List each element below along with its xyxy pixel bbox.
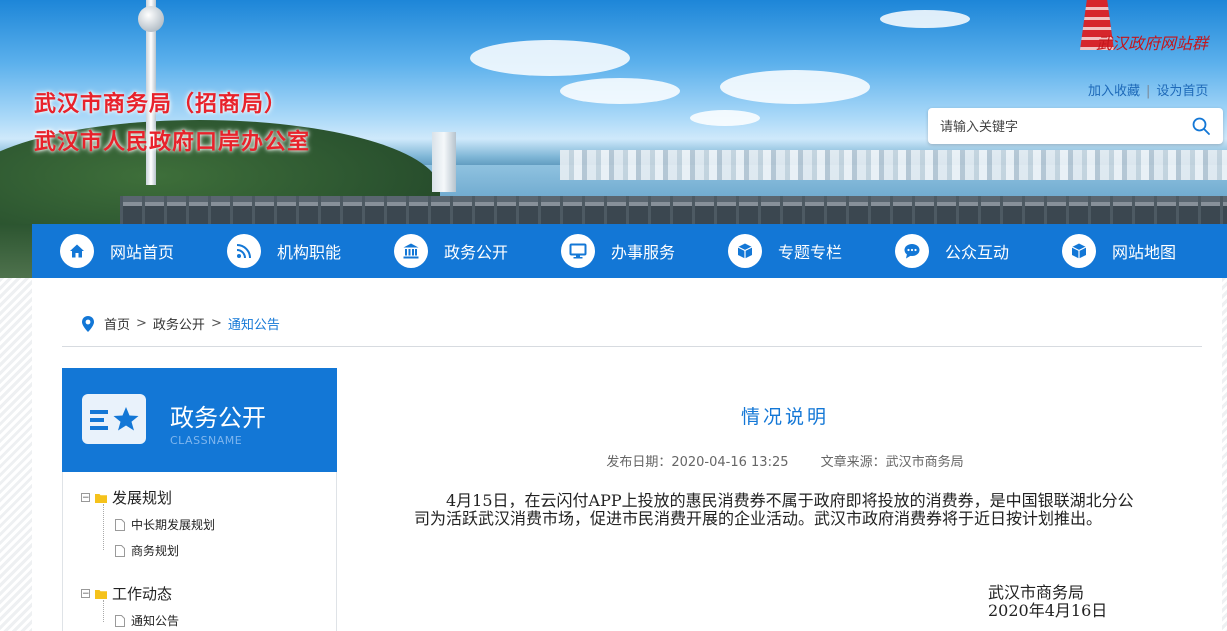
building-decoration — [432, 132, 456, 192]
set-homepage-link[interactable]: 设为首页 — [1156, 84, 1208, 99]
tree-leaf-label: 通知公告 — [131, 614, 180, 628]
nav-item-home[interactable]: 网站首页 — [32, 224, 199, 278]
cloud-decoration — [720, 70, 870, 104]
cube-icon — [728, 234, 762, 268]
document-icon — [115, 518, 125, 531]
breadcrumb-divider — [62, 346, 1202, 347]
breadcrumb: 首页 > 政务公开 > 通知公告 — [80, 314, 280, 333]
nav-item-functions[interactable]: 机构职能 — [199, 224, 366, 278]
cloud-decoration — [690, 110, 760, 126]
sidebar-tree: − 发展规划 中长期发展规划 商务规划 − 工作动态 通知公告 — [62, 472, 337, 631]
tree-group-label: 工作动态 — [112, 585, 173, 603]
site-title-line1: 武汉市商务局（招商局） — [34, 91, 288, 117]
sidebar-header: 政务公开 CLASSNAME — [62, 368, 337, 472]
right-pattern-decoration — [1222, 278, 1227, 631]
article-body: 4月15日，在云闪付APP上投放的惠民消费券不属于政府即将投放的消费券，是中国银… — [414, 491, 1134, 528]
search-box — [928, 108, 1223, 144]
breadcrumb-separator: > — [136, 316, 147, 331]
sidebar-title: 政务公开 — [170, 404, 266, 432]
id-card-icon — [82, 394, 146, 444]
nav-item-gov-affairs[interactable]: 政务公开 — [366, 224, 533, 278]
portal-logo[interactable]: 武汉政府网站群 — [1070, 0, 1227, 70]
top-links-separator: | — [1146, 84, 1151, 99]
cloud-decoration — [560, 78, 680, 104]
signature-date: 2020年4月16日 — [988, 601, 1108, 620]
nav-item-label: 公众互动 — [945, 243, 1010, 262]
top-links: 加入收藏 | 设为首页 — [1088, 80, 1208, 99]
article-title: 情况说明 — [740, 406, 829, 428]
folder-icon — [95, 493, 107, 503]
search-input[interactable] — [938, 116, 1182, 138]
signature-org: 武汉市商务局 — [988, 583, 1085, 602]
tree-group-work-updates[interactable]: − 工作动态 — [81, 583, 172, 604]
tree-group-label: 发展规划 — [112, 489, 173, 507]
add-favorite-link[interactable]: 加入收藏 — [1088, 84, 1140, 99]
tree-connector — [103, 600, 105, 622]
document-icon — [115, 614, 125, 627]
folder-icon — [95, 589, 107, 599]
nav-item-interaction[interactable]: 公众互动 — [867, 224, 1034, 278]
header-banner: 武汉市商务局（招商局） 武汉市人民政府口岸办公室 武汉政府网站群 加入收藏 | 设为… — [0, 0, 1227, 224]
nav-item-label: 专题专栏 — [778, 243, 843, 262]
collapse-icon[interactable]: − — [81, 589, 90, 599]
nav-item-label: 网站首页 — [110, 243, 175, 262]
nav-item-label: 办事服务 — [611, 243, 676, 262]
document-icon — [115, 544, 125, 557]
nav-item-sitemap[interactable]: 网站地图 — [1034, 224, 1201, 278]
tree-leaf-commerce-planning[interactable]: 商务规划 — [115, 542, 179, 559]
breadcrumb-separator: > — [210, 316, 222, 331]
nav-item-topics[interactable]: 专题专栏 — [700, 224, 867, 278]
location-pin-icon — [82, 315, 94, 332]
city-skyline-decoration — [560, 150, 1227, 180]
article-signature: 武汉市商务局 2020年4月16日 — [988, 584, 1107, 620]
tree-group-planning[interactable]: − 发展规划 — [81, 487, 172, 508]
institution-icon — [394, 234, 428, 268]
breadcrumb-notices[interactable]: 通知公告 — [228, 314, 280, 333]
monitor-icon — [561, 234, 595, 268]
main-nav: 网站首页 机构职能 政务公开 办事服务 专题专栏 公众互动 网站地图 — [32, 224, 1227, 278]
bridge-decoration — [120, 196, 1227, 224]
tree-leaf-label: 中长期发展规划 — [131, 518, 216, 532]
breadcrumb-gov-affairs[interactable]: 政务公开 — [153, 314, 205, 333]
cloud-decoration — [880, 10, 970, 28]
publish-date: 发布日期：2020-04-16 13:25 — [606, 455, 789, 470]
nav-item-label: 机构职能 — [277, 243, 342, 262]
tree-leaf-notices[interactable]: 通知公告 — [115, 612, 179, 629]
portal-logo-text: 武汉政府网站群 — [1096, 34, 1209, 53]
article-source: 文章来源：武汉市商务局 — [820, 455, 964, 470]
nav-item-label: 政务公开 — [444, 243, 509, 262]
cube-icon — [1062, 234, 1096, 268]
tree-leaf-long-term-planning[interactable]: 中长期发展规划 — [115, 516, 215, 533]
left-pattern-decoration — [0, 278, 32, 631]
nav-item-label: 网站地图 — [1112, 243, 1177, 262]
breadcrumb-home[interactable]: 首页 — [104, 314, 130, 333]
nav-item-services[interactable]: 办事服务 — [533, 224, 700, 278]
rss-icon — [227, 234, 261, 268]
sidebar-subtitle: CLASSNAME — [170, 434, 243, 447]
collapse-icon[interactable]: − — [81, 493, 90, 503]
tree-leaf-label: 商务规划 — [131, 544, 180, 558]
search-icon[interactable] — [1191, 116, 1211, 136]
tv-tower-top-decoration — [138, 6, 164, 32]
home-icon — [60, 234, 94, 268]
chat-icon — [895, 234, 929, 268]
site-title-line2: 武汉市人民政府口岸办公室 — [34, 129, 311, 155]
tree-connector — [103, 504, 105, 550]
cloud-decoration — [470, 40, 630, 76]
article-meta: 发布日期：2020-04-16 13:25 文章来源：武汉市商务局 — [380, 451, 1190, 470]
